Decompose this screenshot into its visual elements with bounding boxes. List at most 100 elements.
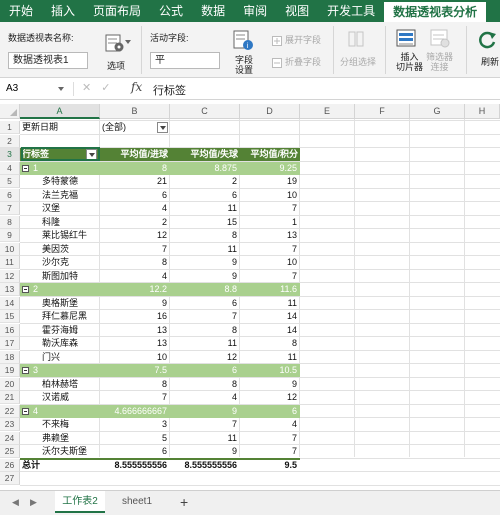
cell-value[interactable]: 21 xyxy=(100,175,170,188)
cell-value[interactable]: 13 xyxy=(100,324,170,337)
fx-icon[interactable]: fx xyxy=(131,80,142,94)
collapse-group-icon[interactable] xyxy=(22,367,29,374)
cell-value[interactable]: 2 xyxy=(100,216,170,229)
cell-row-label[interactable]: 1 xyxy=(33,162,100,175)
cell-value[interactable]: 4 xyxy=(100,270,170,283)
ribbon-tab[interactable]: 开始 xyxy=(0,0,42,22)
cell-value[interactable]: 8 xyxy=(170,378,240,391)
row-header[interactable]: 4 xyxy=(0,162,20,175)
collapse-field-icon[interactable] xyxy=(272,55,282,73)
row-header[interactable]: 10 xyxy=(0,243,20,256)
cell-value[interactable]: 8 xyxy=(100,256,170,269)
cell-value[interactable]: 7 xyxy=(240,270,300,283)
cell-value[interactable]: 9 xyxy=(170,445,240,458)
formula-input[interactable]: 行标签 xyxy=(153,82,186,98)
cell-value[interactable]: 7 xyxy=(100,391,170,404)
row-header[interactable]: 20 xyxy=(0,378,20,391)
cell-row-label[interactable]: 沙尔克 xyxy=(42,256,100,269)
cell-value[interactable]: 8.555555556 xyxy=(170,459,240,472)
cell-value[interactable]: 9 xyxy=(170,270,240,283)
group-selection-button[interactable]: 分组选择 xyxy=(340,55,376,68)
row-header[interactable]: 3 xyxy=(0,148,20,161)
row-header[interactable]: 16 xyxy=(0,324,20,337)
cell-row-label[interactable]: 2 xyxy=(33,283,100,296)
options-button[interactable]: 选项 xyxy=(107,59,125,72)
group-selection-icon[interactable] xyxy=(348,31,364,52)
cell-value[interactable]: 5 xyxy=(100,432,170,445)
ribbon-tab[interactable]: 页面布局 xyxy=(84,0,150,22)
column-header[interactable]: H xyxy=(465,104,500,119)
insert-slicer-icon[interactable] xyxy=(396,28,418,53)
row-header[interactable]: 17 xyxy=(0,337,20,350)
cell-value[interactable]: 11 xyxy=(240,297,300,310)
column-header[interactable]: F xyxy=(355,104,410,119)
cell-value[interactable]: 2 xyxy=(170,175,240,188)
cell-value[interactable] xyxy=(100,135,170,148)
cell-value[interactable]: 12 xyxy=(240,391,300,404)
name-box-dropdown-icon[interactable] xyxy=(58,87,64,91)
options-icon[interactable] xyxy=(104,32,126,59)
cell-value[interactable]: 6 xyxy=(170,364,240,377)
cell-value[interactable]: 8 xyxy=(170,229,240,242)
cell-value[interactable]: 14 xyxy=(240,310,300,323)
collapse-group-icon[interactable] xyxy=(22,286,29,293)
cell-value[interactable]: 10 xyxy=(240,189,300,202)
cell-value[interactable]: 9 xyxy=(170,405,240,418)
cell-row-label[interactable]: 美因茨 xyxy=(42,243,100,256)
cell-value[interactable]: 15 xyxy=(170,216,240,229)
cell-value[interactable]: 3 xyxy=(100,418,170,431)
row-header[interactable]: 13 xyxy=(0,283,20,296)
cell-row-label[interactable]: 斯图加特 xyxy=(42,270,100,283)
cell-value[interactable]: 4.666666667 xyxy=(100,405,170,418)
column-header[interactable]: A xyxy=(20,104,100,119)
cell-value[interactable]: 4 xyxy=(170,391,240,404)
column-field-header[interactable]: 平均值/积分 xyxy=(240,148,300,161)
cell-value[interactable]: 9 xyxy=(240,378,300,391)
row-header[interactable]: 24 xyxy=(0,432,20,445)
ribbon-tab[interactable]: 数据 xyxy=(192,0,234,22)
cell-value[interactable]: 7 xyxy=(170,310,240,323)
filter-dropdown-icon[interactable] xyxy=(157,122,168,133)
ribbon-tab[interactable]: 开发工具 xyxy=(318,0,384,22)
cell-value[interactable]: 6 xyxy=(100,445,170,458)
row-header[interactable]: 7 xyxy=(0,202,20,215)
cell-value[interactable]: 13 xyxy=(100,337,170,350)
cell-value[interactable]: 6 xyxy=(100,189,170,202)
cell-value[interactable]: 7.5 xyxy=(100,364,170,377)
cell-value[interactable]: 7 xyxy=(240,445,300,458)
cell-value[interactable]: 4 xyxy=(100,202,170,215)
row-header[interactable]: 15 xyxy=(0,310,20,323)
row-header[interactable]: 9 xyxy=(0,229,20,242)
column-field-header[interactable]: 平均值/进球 xyxy=(100,148,170,161)
refresh-icon[interactable] xyxy=(478,30,498,55)
row-header[interactable]: 18 xyxy=(0,351,20,364)
column-header[interactable]: B xyxy=(100,104,170,119)
filter-connections-button[interactable]: 筛选器 连接 xyxy=(426,52,453,72)
cell-row-label[interactable]: 勒沃库森 xyxy=(42,337,100,350)
sheet-tab-active[interactable]: 工作表2 xyxy=(55,491,105,513)
cell-row-label[interactable]: 汉诺威 xyxy=(42,391,100,404)
collapse-group-icon[interactable] xyxy=(22,408,29,415)
cell-value[interactable]: 8 xyxy=(100,162,170,175)
cell-value[interactable]: 9 xyxy=(170,256,240,269)
cell-value[interactable]: 8 xyxy=(170,324,240,337)
ribbon-tab[interactable]: 插入 xyxy=(42,0,84,22)
cell-value[interactable]: 4 xyxy=(240,418,300,431)
cell-value[interactable]: 8 xyxy=(100,378,170,391)
ribbon-tab[interactable]: 公式 xyxy=(150,0,192,22)
row-header[interactable]: 23 xyxy=(0,418,20,431)
cell-value[interactable]: 7 xyxy=(240,432,300,445)
cell-value[interactable]: 9.25 xyxy=(240,162,300,175)
row-header[interactable]: 1 xyxy=(0,121,20,134)
ribbon-tab[interactable]: 审阅 xyxy=(234,0,276,22)
cell-value[interactable]: 10.5 xyxy=(240,364,300,377)
cell-row-label[interactable]: 法兰克福 xyxy=(42,189,100,202)
row-header[interactable]: 12 xyxy=(0,270,20,283)
cell-row-label[interactable]: 奥格斯堡 xyxy=(42,297,100,310)
row-header[interactable]: 27 xyxy=(0,472,20,485)
cell-value[interactable]: 12 xyxy=(100,229,170,242)
cell-row-label[interactable]: 4 xyxy=(33,405,100,418)
cell-row-label[interactable]: 更新日期 xyxy=(22,121,100,134)
cell-value[interactable]: 16 xyxy=(100,310,170,323)
column-header[interactable]: E xyxy=(300,104,355,119)
